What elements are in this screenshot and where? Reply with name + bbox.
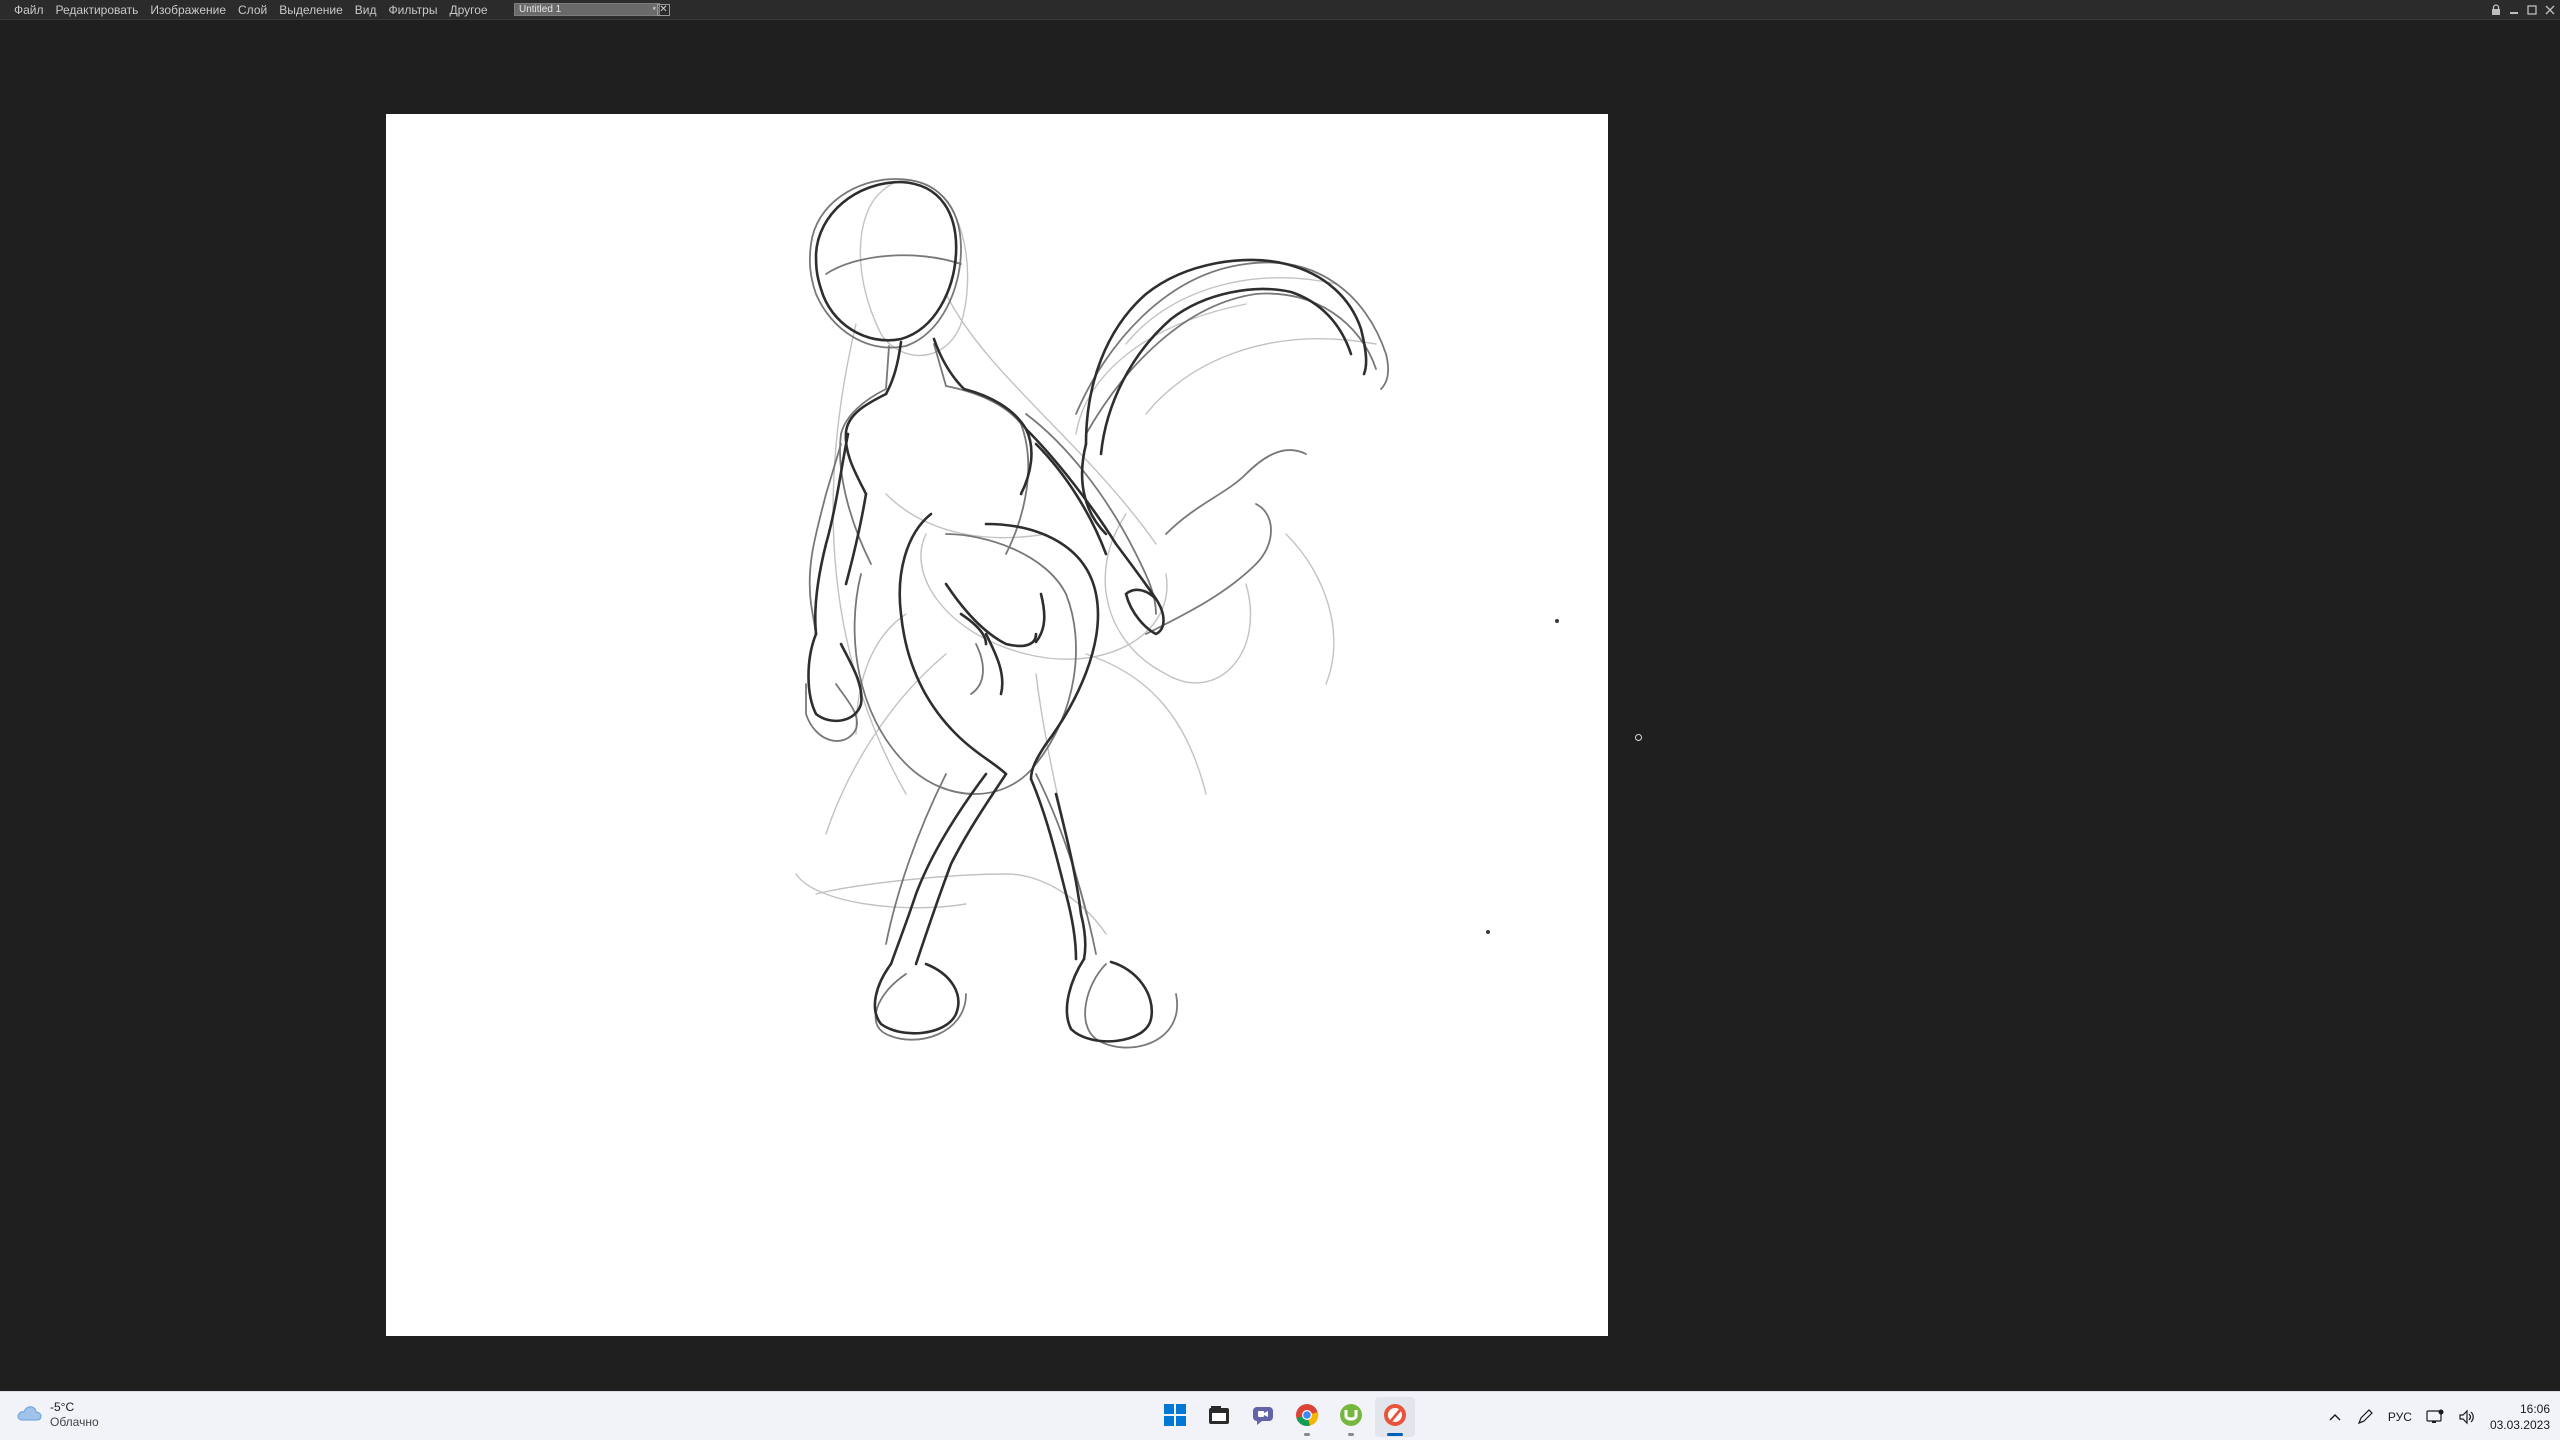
start-button[interactable]: [1155, 1397, 1195, 1437]
pen-icon[interactable]: [2356, 1408, 2374, 1426]
menu-bar: Файл Редактировать Изображение Слой Выде…: [0, 0, 2560, 20]
drawing-app-icon: [1383, 1403, 1407, 1432]
input-language[interactable]: РУС: [2388, 1410, 2412, 1424]
menu-filters[interactable]: Фильтры: [383, 0, 444, 20]
taskbar-app-utorrent[interactable]: [1331, 1397, 1371, 1437]
lock-icon[interactable]: [2490, 4, 2502, 16]
menu-edit[interactable]: Редактировать: [50, 0, 145, 20]
running-indicator: [1304, 1433, 1310, 1436]
document-tab-title: Untitled 1: [519, 4, 562, 15]
menu-file[interactable]: Файл: [8, 0, 50, 20]
close-icon[interactable]: [2544, 4, 2556, 16]
utorrent-icon: [1339, 1403, 1363, 1432]
windows-start-icon: [1164, 1403, 1186, 1431]
workspace: [0, 21, 2560, 1391]
brush-cursor-icon: [1635, 734, 1642, 741]
weather-text: -5°C Облачно: [50, 1400, 99, 1430]
running-indicator: [1348, 1433, 1354, 1436]
active-indicator: [1387, 1433, 1403, 1436]
clock-date: 03.03.2023: [2489, 1417, 2550, 1432]
weather-temperature: -5°C: [50, 1400, 75, 1414]
weather-description: Облачно: [50, 1415, 99, 1429]
taskbar-app-drawing[interactable]: [1375, 1397, 1415, 1437]
cloud-icon: [16, 1404, 42, 1427]
clock[interactable]: 16:06 03.03.2023: [2490, 1401, 2550, 1433]
window-controls: [2490, 2, 2556, 18]
taskbar-apps: [1155, 1397, 1415, 1437]
taskbar-app-explorer[interactable]: [1199, 1397, 1239, 1437]
minimize-icon[interactable]: [2508, 4, 2520, 16]
teams-chat-icon: [1251, 1404, 1275, 1431]
taskbar-app-teams[interactable]: [1243, 1397, 1283, 1437]
drawing-canvas[interactable]: [386, 114, 1608, 1336]
weather-widget[interactable]: -5°C Облачно: [16, 1400, 99, 1430]
menu-image[interactable]: Изображение: [144, 0, 232, 20]
chevron-up-icon[interactable]: [2328, 1412, 2342, 1422]
menu-select[interactable]: Выделение: [273, 0, 349, 20]
document-close-button[interactable]: ✕: [657, 4, 670, 16]
maximize-icon[interactable]: [2526, 4, 2538, 16]
document-tab[interactable]: Untitled 1 *: [514, 3, 660, 16]
network-icon[interactable]: [2426, 1409, 2444, 1425]
main-menu: Файл Редактировать Изображение Слой Выде…: [0, 0, 494, 20]
taskbar: -5°C Облачно РУС 16:06 03.03.2023: [0, 1391, 2560, 1440]
sketch-drawing: [795, 178, 1559, 1049]
taskbar-app-chrome[interactable]: [1287, 1397, 1327, 1437]
menu-layer[interactable]: Слой: [232, 0, 273, 20]
volume-icon[interactable]: [2458, 1409, 2476, 1425]
menu-view[interactable]: Вид: [349, 0, 383, 20]
menu-other[interactable]: Другое: [443, 0, 493, 20]
file-explorer-icon: [1207, 1404, 1231, 1431]
clock-time: 16:06: [2519, 1401, 2550, 1416]
system-tray: РУС 16:06 03.03.2023: [2328, 1392, 2550, 1440]
chrome-icon: [1295, 1403, 1319, 1432]
